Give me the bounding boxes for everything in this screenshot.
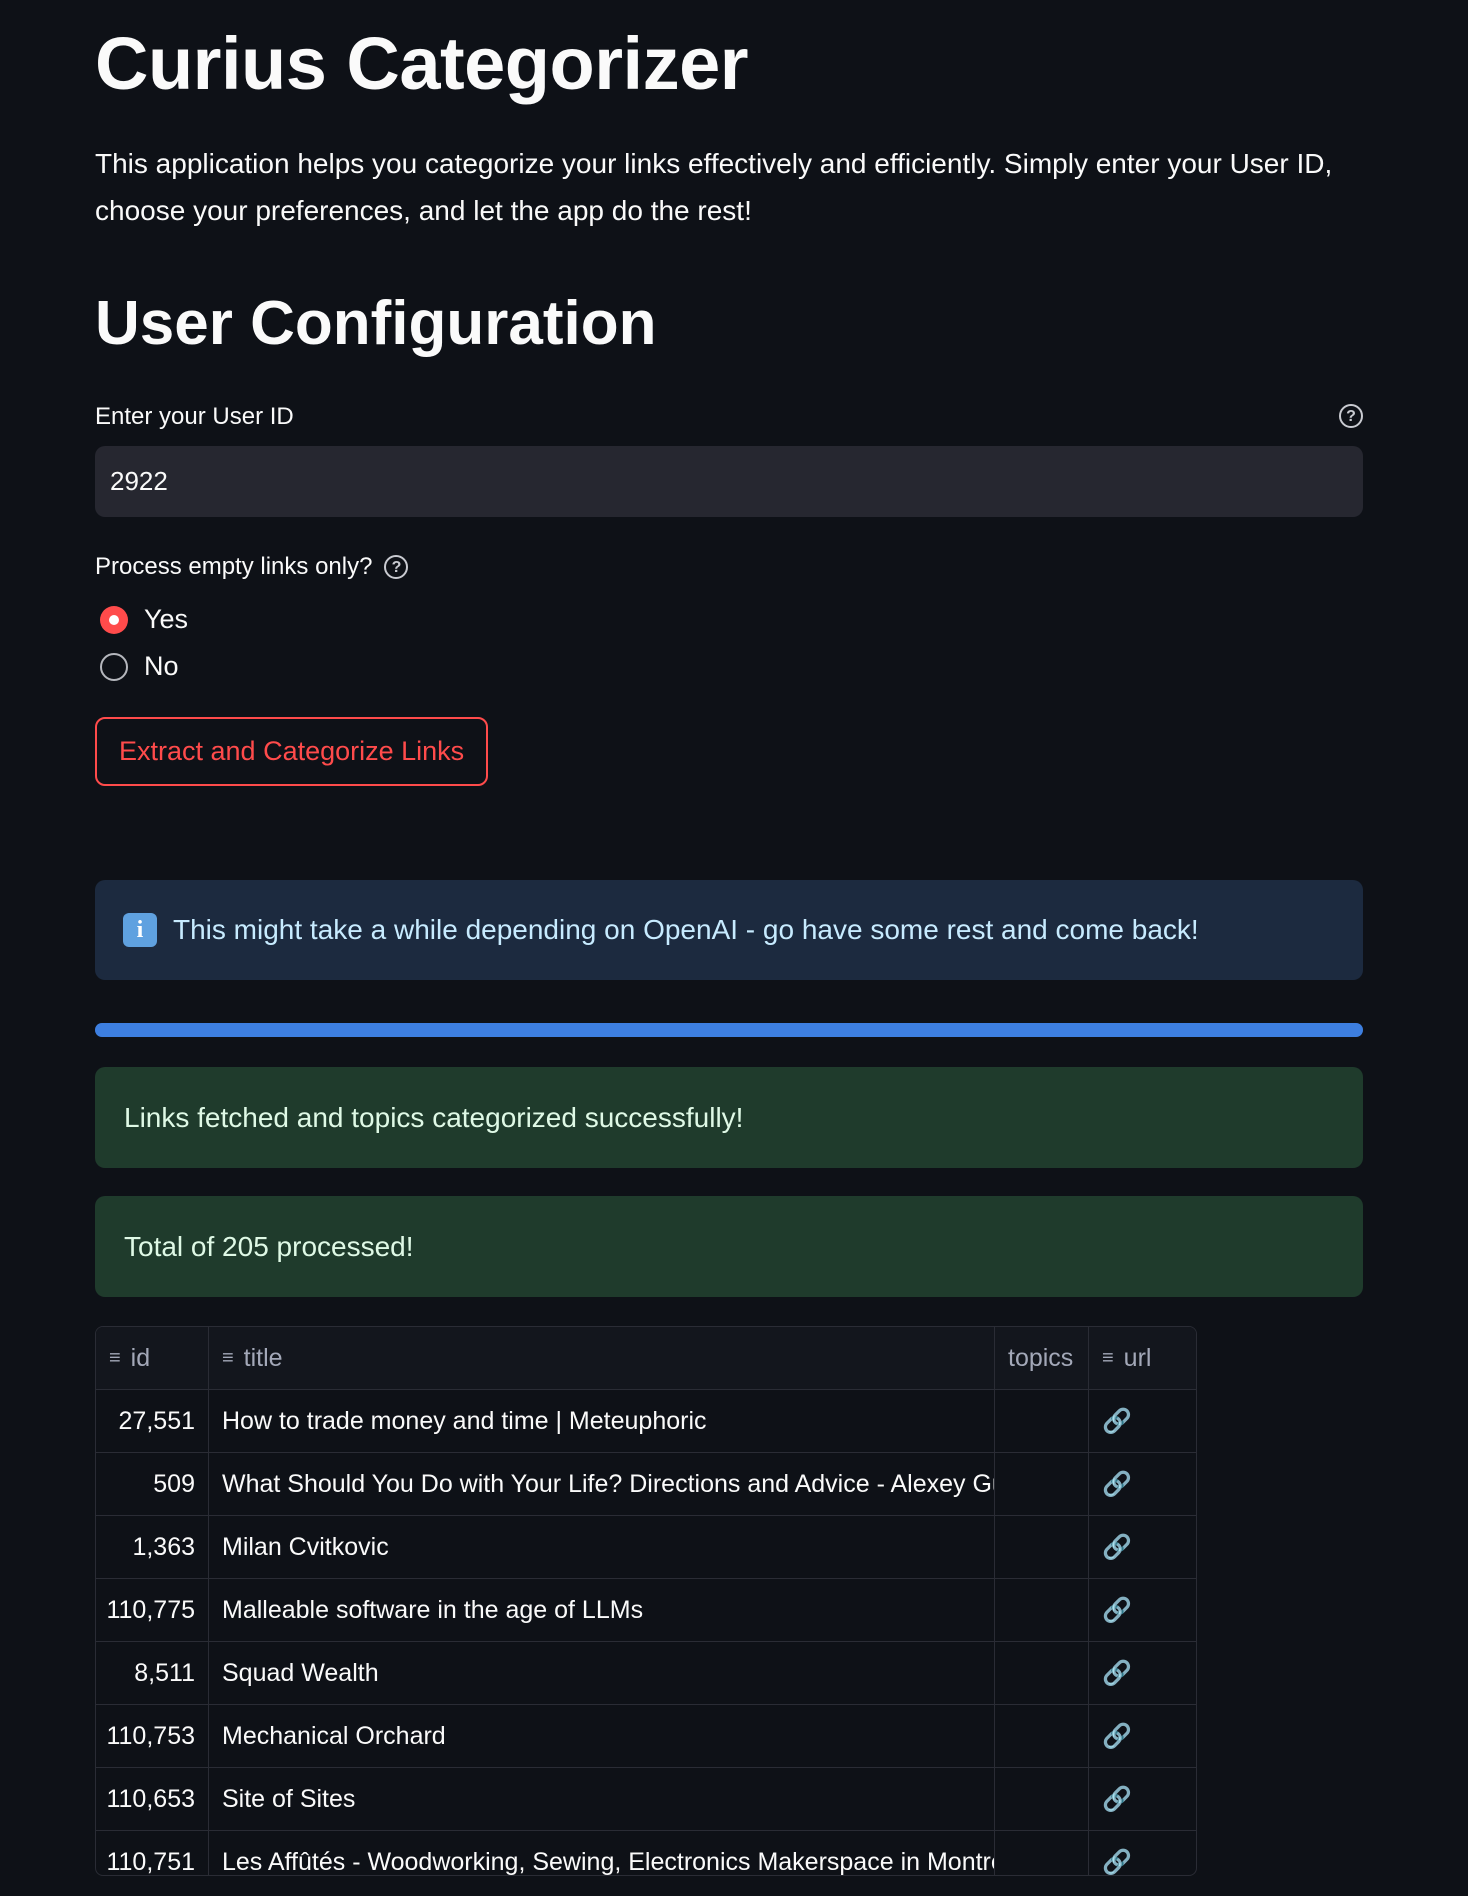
link-icon[interactable]: 🔗 bbox=[1102, 1659, 1132, 1688]
column-header-label: topics bbox=[1008, 1343, 1074, 1372]
info-alert-text: This might take a while depending on Ope… bbox=[173, 914, 1199, 945]
link-icon[interactable]: 🔗 bbox=[1102, 1722, 1132, 1751]
table-row[interactable]: 110,653 Site of Sites 🔗 bbox=[96, 1768, 1196, 1831]
link-icon[interactable]: 🔗 bbox=[1102, 1785, 1132, 1814]
cell-url[interactable]: 🔗 bbox=[1089, 1831, 1187, 1876]
cell-url[interactable]: 🔗 bbox=[1089, 1705, 1187, 1767]
table-row[interactable]: 110,751 Les Affûtés - Woodworking, Sewing… bbox=[96, 1831, 1196, 1876]
link-icon[interactable]: 🔗 bbox=[1102, 1596, 1132, 1625]
column-header-label: id bbox=[130, 1343, 151, 1372]
link-icon[interactable]: 🔗 bbox=[1102, 1470, 1132, 1499]
links-table[interactable]: ≡ id ≡ title topics ≡ url 27,551 How to t… bbox=[95, 1326, 1197, 1876]
radio-group-label: Process empty links only? ? bbox=[95, 553, 409, 581]
cell-id[interactable]: 110,751 bbox=[96, 1831, 209, 1875]
link-icon[interactable]: 🔗 bbox=[1102, 1533, 1132, 1562]
cell-title[interactable]: What Should You Do with Your Life? Direc… bbox=[209, 1453, 995, 1515]
progress-bar bbox=[95, 1023, 1363, 1037]
column-header-topics[interactable]: topics bbox=[995, 1327, 1089, 1389]
user-id-label: Enter your User ID bbox=[95, 403, 294, 430]
cell-topics[interactable] bbox=[995, 1831, 1089, 1875]
cell-topics[interactable] bbox=[995, 1705, 1089, 1767]
column-header-label: url bbox=[1123, 1343, 1152, 1372]
table-body: 27,551 How to trade money and time | Mete… bbox=[96, 1390, 1196, 1876]
cell-title[interactable]: Malleable software in the age of LLMs bbox=[209, 1579, 995, 1641]
cell-topics[interactable] bbox=[995, 1642, 1089, 1704]
cell-title[interactable]: Les Affûtés - Woodworking, Sewing, Elect… bbox=[209, 1831, 995, 1875]
user-id-input[interactable]: 2922 bbox=[95, 446, 1363, 517]
cell-topics[interactable] bbox=[995, 1768, 1089, 1830]
info-icon: i bbox=[123, 913, 157, 947]
cell-topics[interactable] bbox=[995, 1390, 1089, 1452]
cell-topics[interactable] bbox=[995, 1453, 1089, 1515]
cell-url[interactable]: 🔗 bbox=[1089, 1768, 1187, 1830]
cell-url[interactable]: 🔗 bbox=[1089, 1390, 1187, 1452]
page-title: Curius Categorizer bbox=[95, 22, 749, 105]
cell-url[interactable]: 🔗 bbox=[1089, 1579, 1187, 1641]
progress-fill bbox=[95, 1023, 1363, 1037]
section-title: User Configuration bbox=[95, 289, 657, 358]
cell-topics[interactable] bbox=[995, 1579, 1089, 1641]
cell-url[interactable]: 🔗 bbox=[1089, 1453, 1187, 1515]
cell-id[interactable]: 110,775 bbox=[96, 1579, 209, 1641]
text-column-icon: ≡ bbox=[1102, 1346, 1114, 1369]
cell-topics[interactable] bbox=[995, 1516, 1089, 1578]
success-alert-total: Total of 205 processed! bbox=[95, 1196, 1363, 1297]
radio-option-no[interactable]: No bbox=[100, 651, 179, 682]
cell-title[interactable]: Squad Wealth bbox=[209, 1642, 995, 1704]
radio-unselected-icon[interactable] bbox=[100, 652, 128, 681]
cell-id[interactable]: 27,551 bbox=[96, 1390, 209, 1452]
table-row[interactable]: 1,363 Milan Cvitkovic 🔗 bbox=[96, 1516, 1196, 1579]
extract-categorize-button[interactable]: Extract and Categorize Links bbox=[95, 717, 489, 786]
cell-id[interactable]: 110,753 bbox=[96, 1705, 209, 1767]
radio-label-text: Process empty links only? bbox=[95, 553, 373, 580]
cell-title[interactable]: Site of Sites bbox=[209, 1768, 995, 1830]
column-header-url[interactable]: ≡ url bbox=[1089, 1327, 1187, 1389]
cell-url[interactable]: 🔗 bbox=[1089, 1642, 1187, 1704]
cell-id[interactable]: 110,653 bbox=[96, 1768, 209, 1830]
cell-id[interactable]: 509 bbox=[96, 1453, 209, 1515]
cell-title[interactable]: How to trade money and time | Meteuphori… bbox=[209, 1390, 995, 1452]
radio-option-label: No bbox=[144, 651, 179, 681]
table-header-row: ≡ id ≡ title topics ≡ url bbox=[96, 1327, 1196, 1390]
info-alert: i This might take a while depending on O… bbox=[95, 880, 1363, 980]
table-row[interactable]: 110,775 Malleable software in the age of … bbox=[96, 1579, 1196, 1642]
column-header-id[interactable]: ≡ id bbox=[96, 1327, 209, 1389]
success-alert-fetched: Links fetched and topics categorized suc… bbox=[95, 1067, 1363, 1168]
column-header-title[interactable]: ≡ title bbox=[209, 1327, 995, 1389]
cell-id[interactable]: 1,363 bbox=[96, 1516, 209, 1578]
table-row[interactable]: 8,511 Squad Wealth 🔗 bbox=[96, 1642, 1196, 1705]
table-row[interactable]: 27,551 How to trade money and time | Mete… bbox=[96, 1390, 1196, 1453]
cell-id[interactable]: 8,511 bbox=[96, 1642, 209, 1704]
cell-url[interactable]: 🔗 bbox=[1089, 1516, 1187, 1578]
column-header-label: title bbox=[243, 1343, 283, 1372]
text-column-icon: ≡ bbox=[109, 1346, 121, 1369]
link-icon[interactable]: 🔗 bbox=[1102, 1848, 1132, 1876]
cell-title[interactable]: Milan Cvitkovic bbox=[209, 1516, 995, 1578]
link-icon[interactable]: 🔗 bbox=[1102, 1407, 1132, 1436]
intro-text: This application helps you categorize yo… bbox=[95, 148, 1333, 226]
help-icon[interactable]: ? bbox=[1339, 404, 1363, 428]
radio-selected-icon[interactable] bbox=[100, 605, 128, 634]
table-row[interactable]: 509 What Should You Do with Your Life? Di… bbox=[96, 1453, 1196, 1516]
table-row[interactable]: 110,753 Mechanical Orchard 🔗 bbox=[96, 1705, 1196, 1768]
text-column-icon: ≡ bbox=[222, 1346, 234, 1369]
radio-option-yes[interactable]: Yes bbox=[100, 604, 188, 635]
radio-option-label: Yes bbox=[144, 604, 189, 634]
cell-title[interactable]: Mechanical Orchard bbox=[209, 1705, 995, 1767]
help-icon[interactable]: ? bbox=[384, 555, 409, 579]
